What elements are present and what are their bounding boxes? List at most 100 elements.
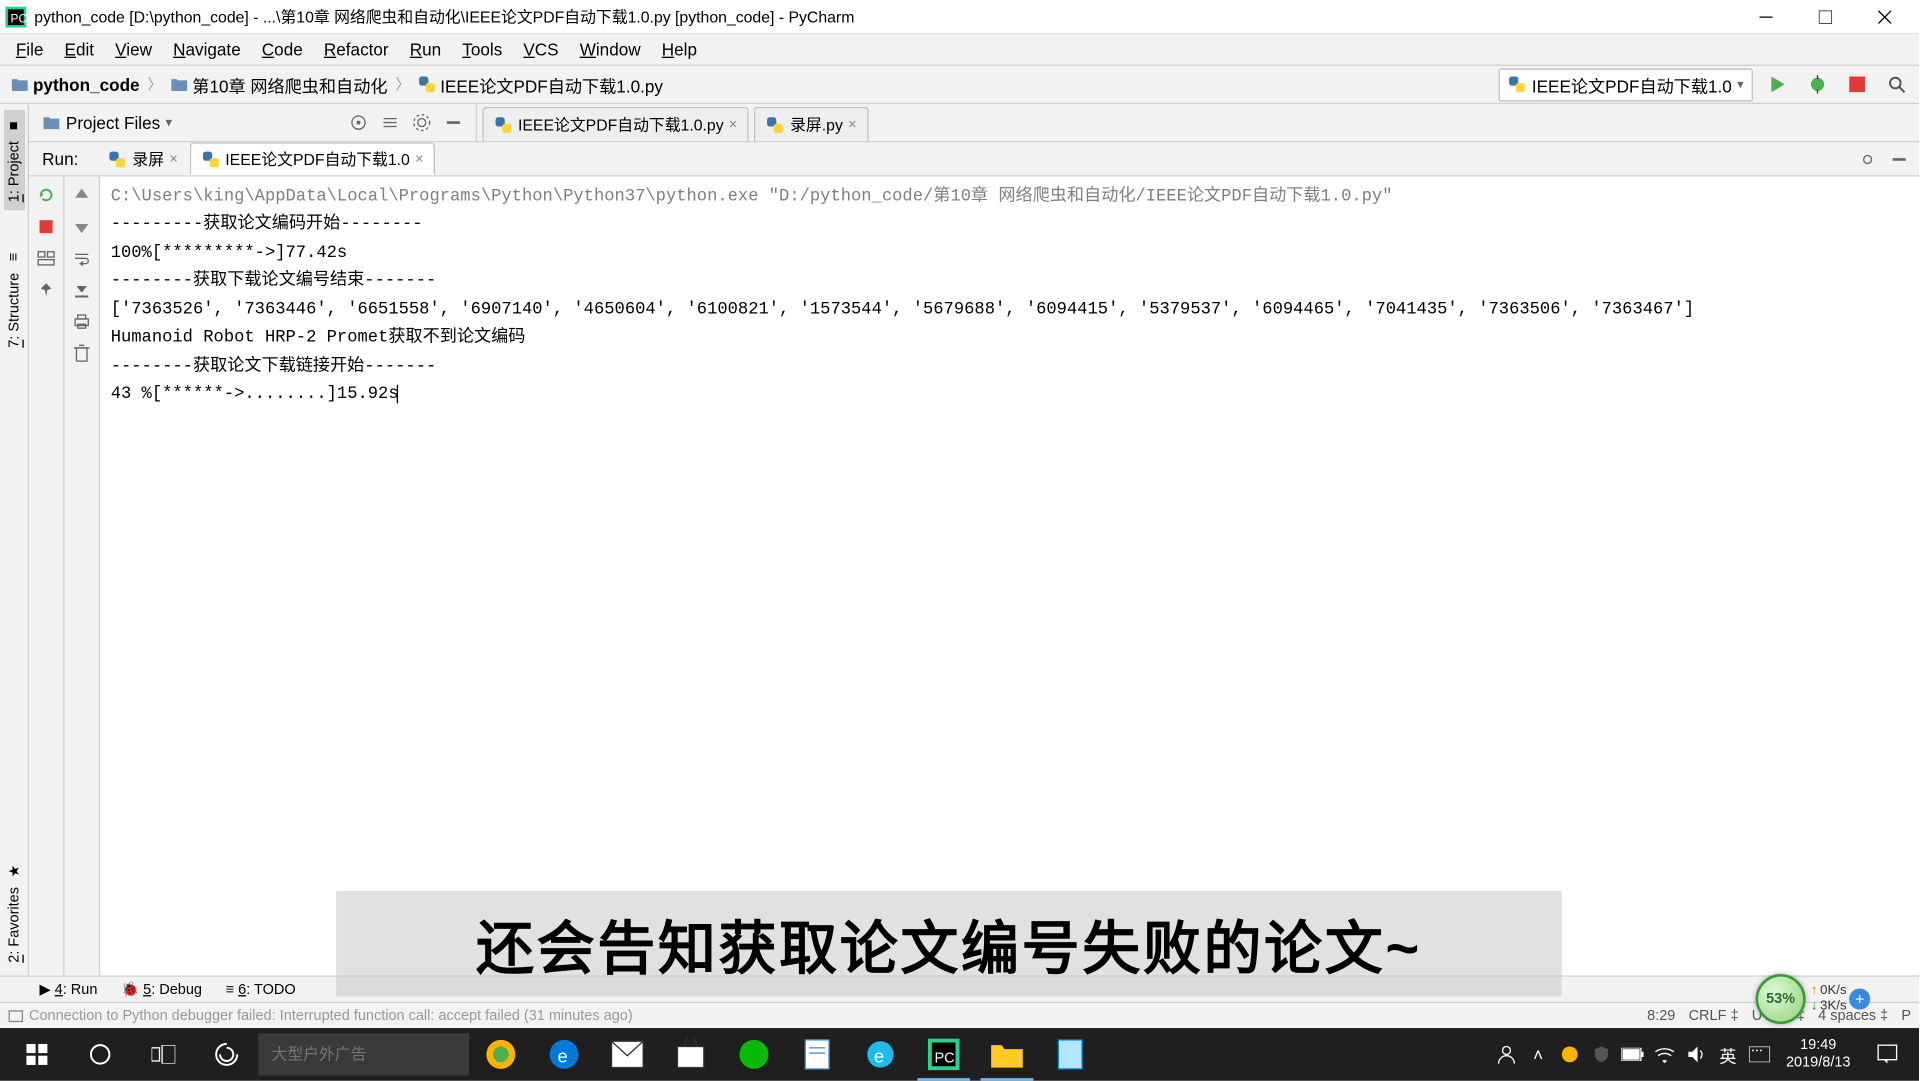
taskbar-app-pycharm[interactable]: PC bbox=[912, 1028, 975, 1081]
taskbar-search-input[interactable] bbox=[272, 1045, 476, 1063]
clear-button[interactable] bbox=[69, 340, 95, 366]
window-minimize-button[interactable] bbox=[1736, 0, 1795, 34]
menu-help[interactable]: Help bbox=[651, 37, 707, 62]
gear-icon bbox=[1858, 150, 1876, 168]
locate-button[interactable] bbox=[344, 108, 373, 137]
editor-tab[interactable]: 录屏.py× bbox=[755, 107, 869, 141]
menu-code[interactable]: Code bbox=[251, 37, 313, 62]
menu-window[interactable]: Window bbox=[569, 37, 651, 62]
collapse-all-button[interactable] bbox=[376, 108, 405, 137]
close-tab-button[interactable]: × bbox=[848, 117, 856, 133]
battery-icon bbox=[1621, 1048, 1645, 1061]
upper-panel-row: Project Files ▾ IEEE论文PDF自动下载1.0.py×录屏.p… bbox=[29, 104, 1919, 142]
people-button[interactable] bbox=[1491, 1028, 1523, 1081]
network-speed-widget[interactable]: 53% 0K/s 3K/s + bbox=[1756, 975, 1914, 1022]
bottom-tab[interactable]: ▶4: Run bbox=[40, 981, 98, 998]
taskbar-app-explorer[interactable] bbox=[975, 1028, 1038, 1081]
task-view-button[interactable] bbox=[132, 1028, 195, 1081]
menu-refactor[interactable]: Refactor bbox=[313, 37, 399, 62]
settings-button[interactable] bbox=[407, 108, 436, 137]
tray-wifi-icon[interactable] bbox=[1649, 1028, 1681, 1081]
tray-expand-button[interactable]: ˄ bbox=[1522, 1028, 1554, 1081]
editor-tab[interactable]: IEEE论文PDF自动下载1.0.py× bbox=[482, 107, 749, 141]
hide-button[interactable] bbox=[439, 108, 468, 137]
taskbar-app-ie[interactable]: e bbox=[849, 1028, 912, 1081]
cortana-swirl-button[interactable] bbox=[195, 1028, 258, 1081]
window-maximize-button[interactable] bbox=[1795, 0, 1854, 34]
menu-file[interactable]: File bbox=[5, 37, 54, 62]
print-button[interactable] bbox=[69, 308, 95, 334]
menu-vcs[interactable]: VCS bbox=[513, 37, 569, 62]
taskbar-app-store[interactable] bbox=[659, 1028, 722, 1081]
soft-wrap-button[interactable] bbox=[69, 245, 95, 271]
console-line: Humanoid Robot HRP-2 Promet获取不到论文编码 bbox=[111, 323, 1909, 351]
app-360-icon bbox=[484, 1037, 518, 1071]
run-config-select[interactable]: IEEE论文PDF自动下载1.0 ▾ bbox=[1499, 68, 1753, 101]
taskbar-app-360[interactable] bbox=[469, 1028, 532, 1081]
tray-ime-label[interactable]: 英 bbox=[1712, 1028, 1744, 1081]
breadcrumb-item[interactable]: IEEE论文PDF自动下载1.0.py bbox=[415, 71, 665, 99]
close-tab-button[interactable]: × bbox=[169, 151, 177, 167]
line-separator[interactable]: CRLF ‡ bbox=[1689, 1008, 1739, 1024]
tool-tab-icon: ■ bbox=[6, 121, 22, 130]
cortana-icon bbox=[88, 1043, 112, 1067]
taskbar-app-wechat[interactable] bbox=[722, 1028, 785, 1081]
pin-button[interactable] bbox=[33, 277, 59, 303]
start-button[interactable] bbox=[5, 1028, 68, 1081]
taskbar-search[interactable]: e bbox=[258, 1033, 469, 1075]
breadcrumb-item[interactable]: python_code bbox=[8, 73, 142, 95]
tray-volume-icon[interactable] bbox=[1681, 1028, 1713, 1081]
tool-window-tab[interactable]: 7: Structure≡ bbox=[3, 242, 24, 357]
keyboard-icon bbox=[1749, 1046, 1770, 1062]
tray-security-icon[interactable] bbox=[1554, 1028, 1586, 1081]
action-center-button[interactable] bbox=[1861, 1028, 1914, 1081]
stop-button[interactable] bbox=[33, 214, 59, 240]
taskbar-app-notepad[interactable] bbox=[786, 1028, 849, 1081]
scroll-to-end-button[interactable] bbox=[69, 277, 95, 303]
bottom-tab[interactable]: 🐞5: Debug bbox=[121, 981, 202, 998]
taskbar-app-notes[interactable] bbox=[1039, 1028, 1102, 1081]
bottom-tab[interactable]: ≡6: TODO bbox=[226, 981, 296, 997]
widget-expand-button[interactable]: + bbox=[1849, 988, 1870, 1009]
tool-window-tab[interactable]: 1: Project■ bbox=[3, 109, 24, 210]
console-line: 100%[*********->]77.42s bbox=[111, 238, 1909, 266]
up-button[interactable] bbox=[69, 182, 95, 208]
tool-window-tab[interactable]: 2: Favorites★ bbox=[3, 853, 24, 970]
breadcrumb-label: IEEE论文PDF自动下载1.0.py bbox=[440, 72, 663, 97]
tray-ime-keyboard[interactable] bbox=[1744, 1028, 1776, 1081]
cursor-position[interactable]: 8:29 bbox=[1647, 1008, 1675, 1024]
cpu-usage-circle: 53% bbox=[1756, 974, 1806, 1024]
run-hide-button[interactable] bbox=[1885, 144, 1914, 173]
taskbar-app-edge[interactable]: e bbox=[532, 1028, 595, 1081]
close-tab-button[interactable]: × bbox=[729, 117, 737, 133]
menu-view[interactable]: View bbox=[105, 37, 163, 62]
taskbar-clock[interactable]: 19:49 2019/8/13 bbox=[1775, 1037, 1861, 1072]
menu-edit[interactable]: Edit bbox=[54, 37, 105, 62]
layout-button[interactable] bbox=[33, 245, 59, 271]
mail-icon bbox=[610, 1040, 644, 1069]
menu-run[interactable]: Run bbox=[399, 37, 452, 62]
run-tab[interactable]: IEEE论文PDF自动下载1.0× bbox=[190, 142, 436, 175]
minimize-icon bbox=[1759, 10, 1772, 23]
breadcrumb-item[interactable]: 第10章 网络爬虫和自动化 bbox=[167, 71, 390, 99]
console-output[interactable]: C:\Users\king\AppData\Local\Programs\Pyt… bbox=[100, 177, 1919, 976]
cortana-button[interactable] bbox=[69, 1028, 132, 1081]
run-tab[interactable]: 录屏× bbox=[97, 142, 190, 175]
debug-button[interactable] bbox=[1803, 70, 1832, 99]
menu-tools[interactable]: Tools bbox=[452, 37, 513, 62]
rerun-button[interactable] bbox=[33, 182, 59, 208]
menu-bar: FileEditViewNavigateCodeRefactorRunTools… bbox=[0, 34, 1919, 66]
down-button[interactable] bbox=[69, 214, 95, 240]
menu-navigate[interactable]: Navigate bbox=[163, 37, 252, 62]
tool-tab-icon: ≡ bbox=[6, 253, 22, 261]
run-settings-button[interactable] bbox=[1853, 144, 1882, 173]
close-tab-button[interactable]: × bbox=[415, 151, 423, 167]
tray-battery-icon[interactable] bbox=[1617, 1028, 1649, 1081]
taskbar-app-mail[interactable] bbox=[596, 1028, 659, 1081]
stop-button[interactable] bbox=[1843, 70, 1872, 99]
window-close-button[interactable] bbox=[1854, 0, 1913, 34]
project-view-select[interactable]: Project Files ▾ bbox=[37, 110, 339, 135]
run-button[interactable] bbox=[1763, 70, 1792, 99]
tray-defender-icon[interactable] bbox=[1586, 1028, 1618, 1081]
search-everywhere-button[interactable] bbox=[1882, 70, 1911, 99]
